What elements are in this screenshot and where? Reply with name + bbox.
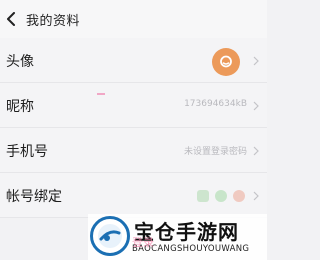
- phone-value: 未设置登录密码: [183, 147, 247, 157]
- nickname-label: 昵称: [6, 99, 34, 115]
- row-nickname[interactable]: 昵称 173694634kB: [0, 83, 267, 128]
- chevron-right-icon: [253, 146, 259, 156]
- message-icon: [197, 190, 209, 202]
- watermark-logo-icon: [90, 216, 130, 256]
- chevron-right-icon: [253, 56, 259, 66]
- nickname-value: 173694634kB: [184, 99, 247, 109]
- user-avatar-icon: [220, 55, 232, 68]
- chevron-right-icon: [253, 191, 259, 201]
- weibo-icon: [233, 190, 245, 202]
- top-bar: 我的资料: [0, 0, 267, 38]
- chevron-right-icon: [253, 101, 259, 111]
- avatar-label: 头像: [6, 54, 34, 70]
- avatar[interactable]: [212, 48, 240, 76]
- wechat-icon: [215, 190, 227, 202]
- row-phone[interactable]: 手机号 未设置登录密码: [0, 128, 267, 173]
- phone-label: 手机号: [6, 144, 48, 160]
- decorative-dash: [97, 93, 105, 95]
- social-icons: [197, 190, 245, 202]
- account-binding-label: 帐号绑定: [6, 189, 62, 205]
- login-ghost-text: 登录: [132, 236, 154, 249]
- back-arrow-icon[interactable]: [6, 12, 16, 26]
- row-avatar[interactable]: 头像: [0, 38, 267, 83]
- watermark: 宝仓手游网 BAOCANGSHOUYOUWANG: [88, 214, 267, 260]
- page-title: 我的资料: [26, 14, 81, 29]
